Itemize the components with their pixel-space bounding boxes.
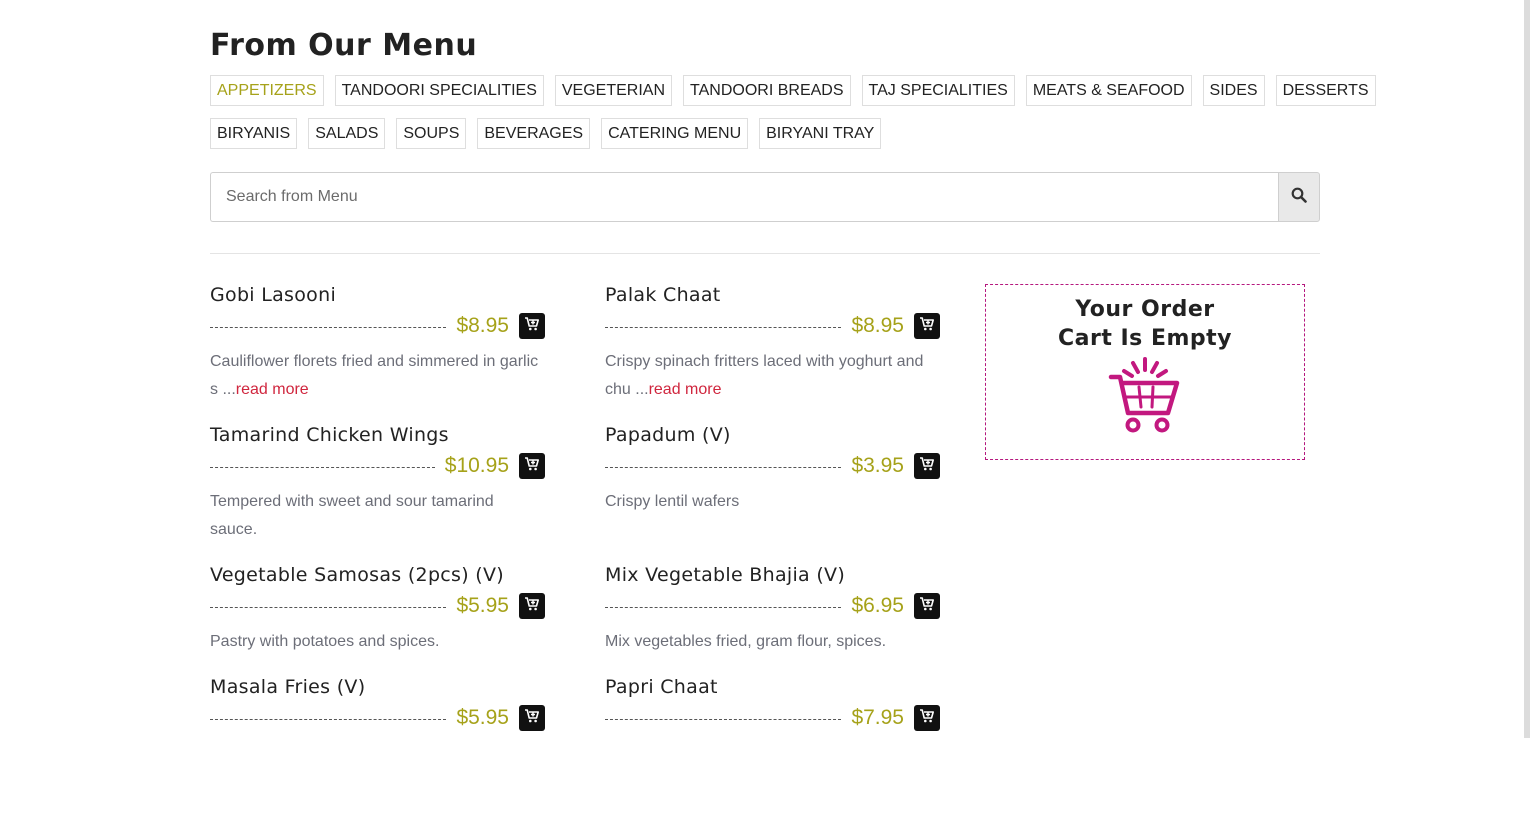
dotted-leader — [210, 326, 447, 328]
cart-icon — [919, 596, 935, 617]
menu-item: Papri Chaat $7.95 — [605, 676, 940, 816]
item-price: $6.95 — [851, 594, 904, 617]
read-more-link[interactable]: read more — [649, 381, 722, 398]
tab-salads[interactable]: SALADS — [308, 118, 386, 149]
tab-beverages[interactable]: BEVERAGES — [477, 118, 591, 149]
search-button[interactable] — [1278, 172, 1320, 222]
tab-sides[interactable]: SIDES — [1202, 75, 1265, 106]
add-to-cart-button[interactable] — [914, 313, 940, 339]
item-description-text: Mix vegetables fried, gram flour, spices… — [605, 633, 887, 650]
price-line: $10.95 — [210, 452, 545, 480]
scrollbar-thumb[interactable] — [1524, 0, 1530, 738]
dotted-leader — [210, 606, 447, 608]
tab-vegeterian[interactable]: VEGETERIAN — [554, 75, 673, 106]
scrollbar-track[interactable] — [1524, 0, 1530, 738]
menu-item: Palak Chaat $8.95 Crispy spinach fritter… — [605, 284, 940, 424]
page-title: From Our Menu — [210, 28, 478, 63]
dotted-leader — [605, 466, 842, 468]
tab-catering-menu[interactable]: CATERING MENU — [601, 118, 749, 149]
tab-taj-specialities[interactable]: TAJ SPECIALITIES — [861, 75, 1015, 106]
menu-item: Mix Vegetable Bhajia (V) $6.95 Mix veget… — [605, 564, 940, 676]
cart-icon — [919, 708, 935, 729]
add-to-cart-button[interactable] — [914, 453, 940, 479]
add-to-cart-button[interactable] — [914, 593, 940, 619]
search-input[interactable] — [210, 172, 1278, 222]
item-name: Papri Chaat — [605, 676, 718, 698]
dotted-leader — [605, 606, 842, 608]
dotted-leader — [210, 718, 447, 720]
add-to-cart-button[interactable] — [519, 705, 545, 731]
item-price: $10.95 — [444, 454, 509, 477]
tab-biryani-tray[interactable]: BIRYANI TRAY — [759, 118, 882, 149]
item-price: $5.95 — [456, 706, 509, 729]
cart-icon — [919, 316, 935, 337]
tab-soups[interactable]: SOUPS — [396, 118, 467, 149]
cart-icon — [524, 456, 540, 477]
divider — [210, 253, 1320, 254]
tab-meats-seafood[interactable]: MEATS & SEAFOOD — [1025, 75, 1192, 106]
menu-item: Tamarind Chicken Wings $10.95 Tempered w… — [210, 424, 545, 564]
item-price: $5.95 — [456, 594, 509, 617]
item-name: Gobi Lasooni — [210, 284, 337, 306]
cart-title-line-1: Your Order — [1075, 297, 1215, 322]
item-description: Cauliflower florets fried and simmered i… — [210, 348, 545, 404]
cart-icon — [919, 456, 935, 477]
item-name: Vegetable Samosas (2pcs) (V) — [210, 564, 505, 586]
item-description: Tempered with sweet and sour tamarind sa… — [210, 488, 510, 544]
cart-icon — [524, 316, 540, 337]
order-cart-panel: Your Order Cart Is Empty — [985, 284, 1305, 460]
item-description: Pastry with potatoes and spices. — [210, 628, 545, 656]
price-line: $6.95 — [605, 592, 940, 620]
dotted-leader — [210, 466, 435, 468]
menu-item: Vegetable Samosas (2pcs) (V) $5.95 Pastr… — [210, 564, 545, 676]
item-description: Crispy spinach fritters laced with yoghu… — [605, 348, 940, 404]
menu-item: Papadum (V) $3.95 Crispy lentil wafers — [605, 424, 940, 564]
menu-items-grid: Gobi Lasooni $8.95 Cauliflower florets f… — [210, 284, 940, 816]
tab-biryanis[interactable]: BIRYANIS — [210, 118, 298, 149]
item-name: Papadum (V) — [605, 424, 731, 446]
cart-empty-message: Cart Is Empty — [1057, 326, 1232, 351]
dotted-leader — [605, 326, 842, 328]
item-price: $3.95 — [851, 454, 904, 477]
item-description-text: Pastry with potatoes and spices. — [210, 633, 440, 650]
menu-item: Masala Fries (V) $5.95 — [210, 676, 545, 816]
shopping-basket-icon — [986, 357, 1304, 435]
price-line: $3.95 — [605, 452, 940, 480]
cart-icon — [524, 708, 540, 729]
read-more-link[interactable]: read more — [236, 381, 309, 398]
add-to-cart-button[interactable] — [519, 453, 545, 479]
item-description: Crispy lentil wafers — [605, 488, 940, 516]
tab-appetizers[interactable]: APPETIZERS — [210, 75, 324, 106]
item-name: Masala Fries (V) — [210, 676, 366, 698]
item-price: $7.95 — [851, 706, 904, 729]
search-bar — [210, 172, 1320, 222]
price-line: $5.95 — [210, 704, 545, 732]
item-description: Mix vegetables fried, gram flour, spices… — [605, 628, 940, 656]
category-tabs-row-1: APPETIZERS TANDOORI SPECIALITIES VEGETER… — [210, 75, 1376, 106]
search-icon — [1291, 187, 1307, 208]
item-name: Tamarind Chicken Wings — [210, 424, 449, 446]
tab-tandoori-breads[interactable]: TANDOORI BREADS — [683, 75, 851, 106]
tab-desserts[interactable]: DESSERTS — [1275, 75, 1376, 106]
item-description-text: Tempered with sweet and sour tamarind sa… — [210, 493, 494, 538]
add-to-cart-button[interactable] — [519, 313, 545, 339]
cart-title: Your Order Cart Is Empty — [986, 295, 1304, 353]
item-name: Mix Vegetable Bhajia (V) — [605, 564, 846, 586]
dotted-leader — [605, 718, 842, 720]
category-tabs-row-2: BIRYANIS SALADS SOUPS BEVERAGES CATERING… — [210, 118, 882, 149]
price-line: $8.95 — [605, 312, 940, 340]
item-price: $8.95 — [456, 314, 509, 337]
price-line: $8.95 — [210, 312, 545, 340]
item-description-text: Crispy lentil wafers — [605, 493, 740, 510]
price-line: $5.95 — [210, 592, 545, 620]
item-name: Palak Chaat — [605, 284, 721, 306]
cart-icon — [524, 596, 540, 617]
menu-item: Gobi Lasooni $8.95 Cauliflower florets f… — [210, 284, 545, 424]
tab-tandoori-specialities[interactable]: TANDOORI SPECIALITIES — [334, 75, 544, 106]
item-price: $8.95 — [851, 314, 904, 337]
price-line: $7.95 — [605, 704, 940, 732]
add-to-cart-button[interactable] — [914, 705, 940, 731]
add-to-cart-button[interactable] — [519, 593, 545, 619]
